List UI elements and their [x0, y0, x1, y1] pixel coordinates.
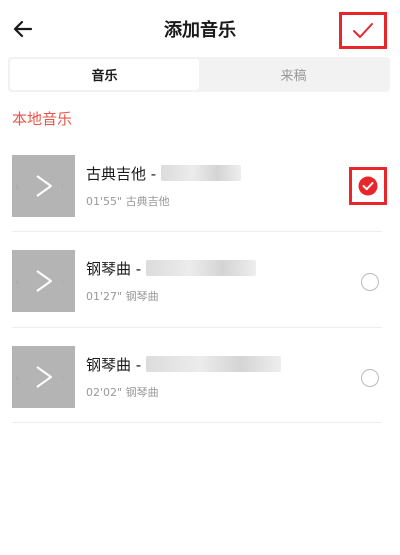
song-meta: 01'27" 钢琴曲: [86, 290, 159, 303]
song-title: 钢琴曲 -: [86, 354, 281, 375]
song-item[interactable]: L I 钢琴曲 - 01'27" 钢琴曲: [12, 250, 382, 312]
song-item[interactable]: L I 钢琴曲 - 02'02" 钢琴曲: [12, 346, 382, 408]
song-thumbnail: L I: [12, 346, 75, 408]
song-thumbnail: L I: [12, 155, 75, 217]
song-title: 钢琴曲 -: [86, 258, 256, 279]
blurred-text: [160, 165, 241, 181]
divider: [12, 231, 382, 232]
tab-submissions[interactable]: 来稿: [199, 59, 388, 90]
checkmark-icon: [353, 22, 373, 38]
song-item[interactable]: L I 古典吉他 - 01'55" 古典吉他: [12, 155, 387, 217]
select-radio[interactable]: [361, 273, 379, 291]
song-meta: 02'02" 钢琴曲: [86, 386, 159, 399]
tab-music[interactable]: 音乐: [10, 59, 199, 90]
divider: [12, 327, 382, 328]
tab-bar: 音乐 来稿: [8, 57, 390, 92]
song-thumbnail: L I: [12, 250, 75, 312]
section-label-local-music: 本地音乐: [12, 110, 73, 128]
select-radio[interactable]: [361, 369, 379, 387]
blurred-text: [145, 356, 281, 372]
divider: [12, 422, 382, 423]
song-meta: 01'55" 古典吉他: [86, 195, 170, 208]
song-title: 古典吉他 -: [86, 163, 241, 184]
play-icon: [36, 366, 52, 388]
blurred-text: [145, 260, 256, 276]
top-bar: 添加音乐: [0, 0, 400, 56]
confirm-button[interactable]: [339, 12, 387, 49]
play-icon: [36, 175, 52, 197]
play-icon: [36, 270, 52, 292]
selected-checkbox[interactable]: [349, 167, 387, 205]
checked-circle-icon: [358, 176, 378, 196]
